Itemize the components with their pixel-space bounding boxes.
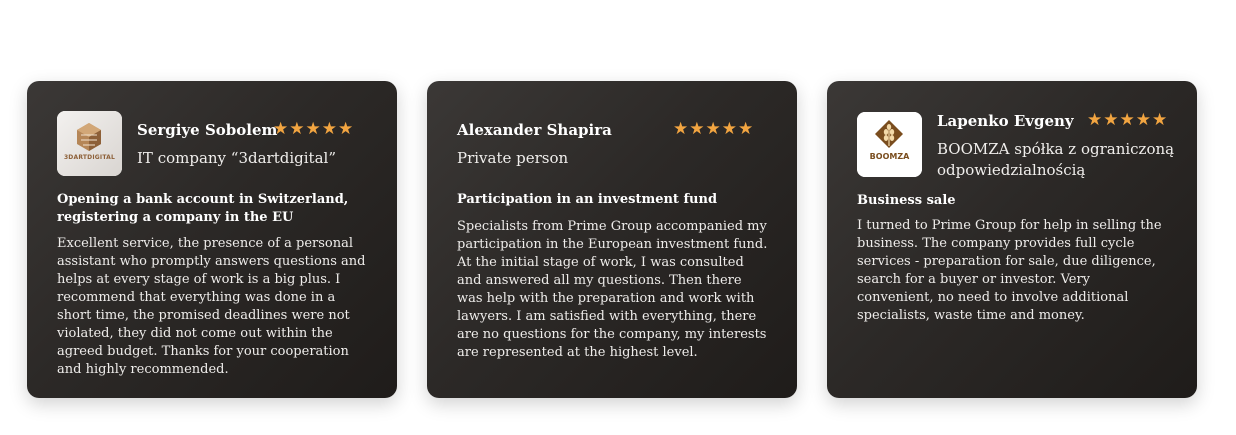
3dartdigital-logo-icon: 3DARTDIGITAL [57,111,122,176]
reviewer-company: BOOMZA spółka z ograniczoną odpowiedzial… [937,140,1175,179]
reviewer-name: Sergiye Sobolem [137,121,278,139]
review-text: Specialists from Prime Group accompanied… [457,219,768,360]
review-text: Excellent service, the presence of a per… [57,236,366,377]
review-subject: Opening a bank account in Switzerland, r… [57,192,349,225]
review-card: BOOMZA Lapenko Evgeny ★★★★★ BOOMZA spółk… [827,81,1197,398]
review-card: Alexander Shapira ★★★★★ Private person P… [427,81,797,398]
review-subject: Business sale [857,193,956,208]
logo-wordmark: 3DARTDIGITAL [63,154,116,161]
review-card: 3DARTDIGITAL Sergiye Sobolem ★★★★★ IT co… [27,81,397,398]
boomza-logo-icon: BOOMZA [857,112,922,177]
star-rating: ★★★★★ [1087,110,1169,130]
reviewer-name: Lapenko Evgeny [937,112,1074,130]
reviews-carousel: 3DARTDIGITAL Sergiye Sobolem ★★★★★ IT co… [27,81,1197,398]
review-subject: Participation in an investment fund [457,192,718,207]
star-rating: ★★★★★ [273,119,355,139]
reviewer-company: Private person [457,149,569,167]
reviewer-company: IT company “3dartdigital” [137,149,336,167]
star-rating: ★★★★★ [673,119,755,139]
logo-wordmark: BOOMZA [869,152,910,161]
review-text: I turned to Prime Group for help in sell… [857,218,1162,323]
reviewer-name: Alexander Shapira [457,121,612,139]
